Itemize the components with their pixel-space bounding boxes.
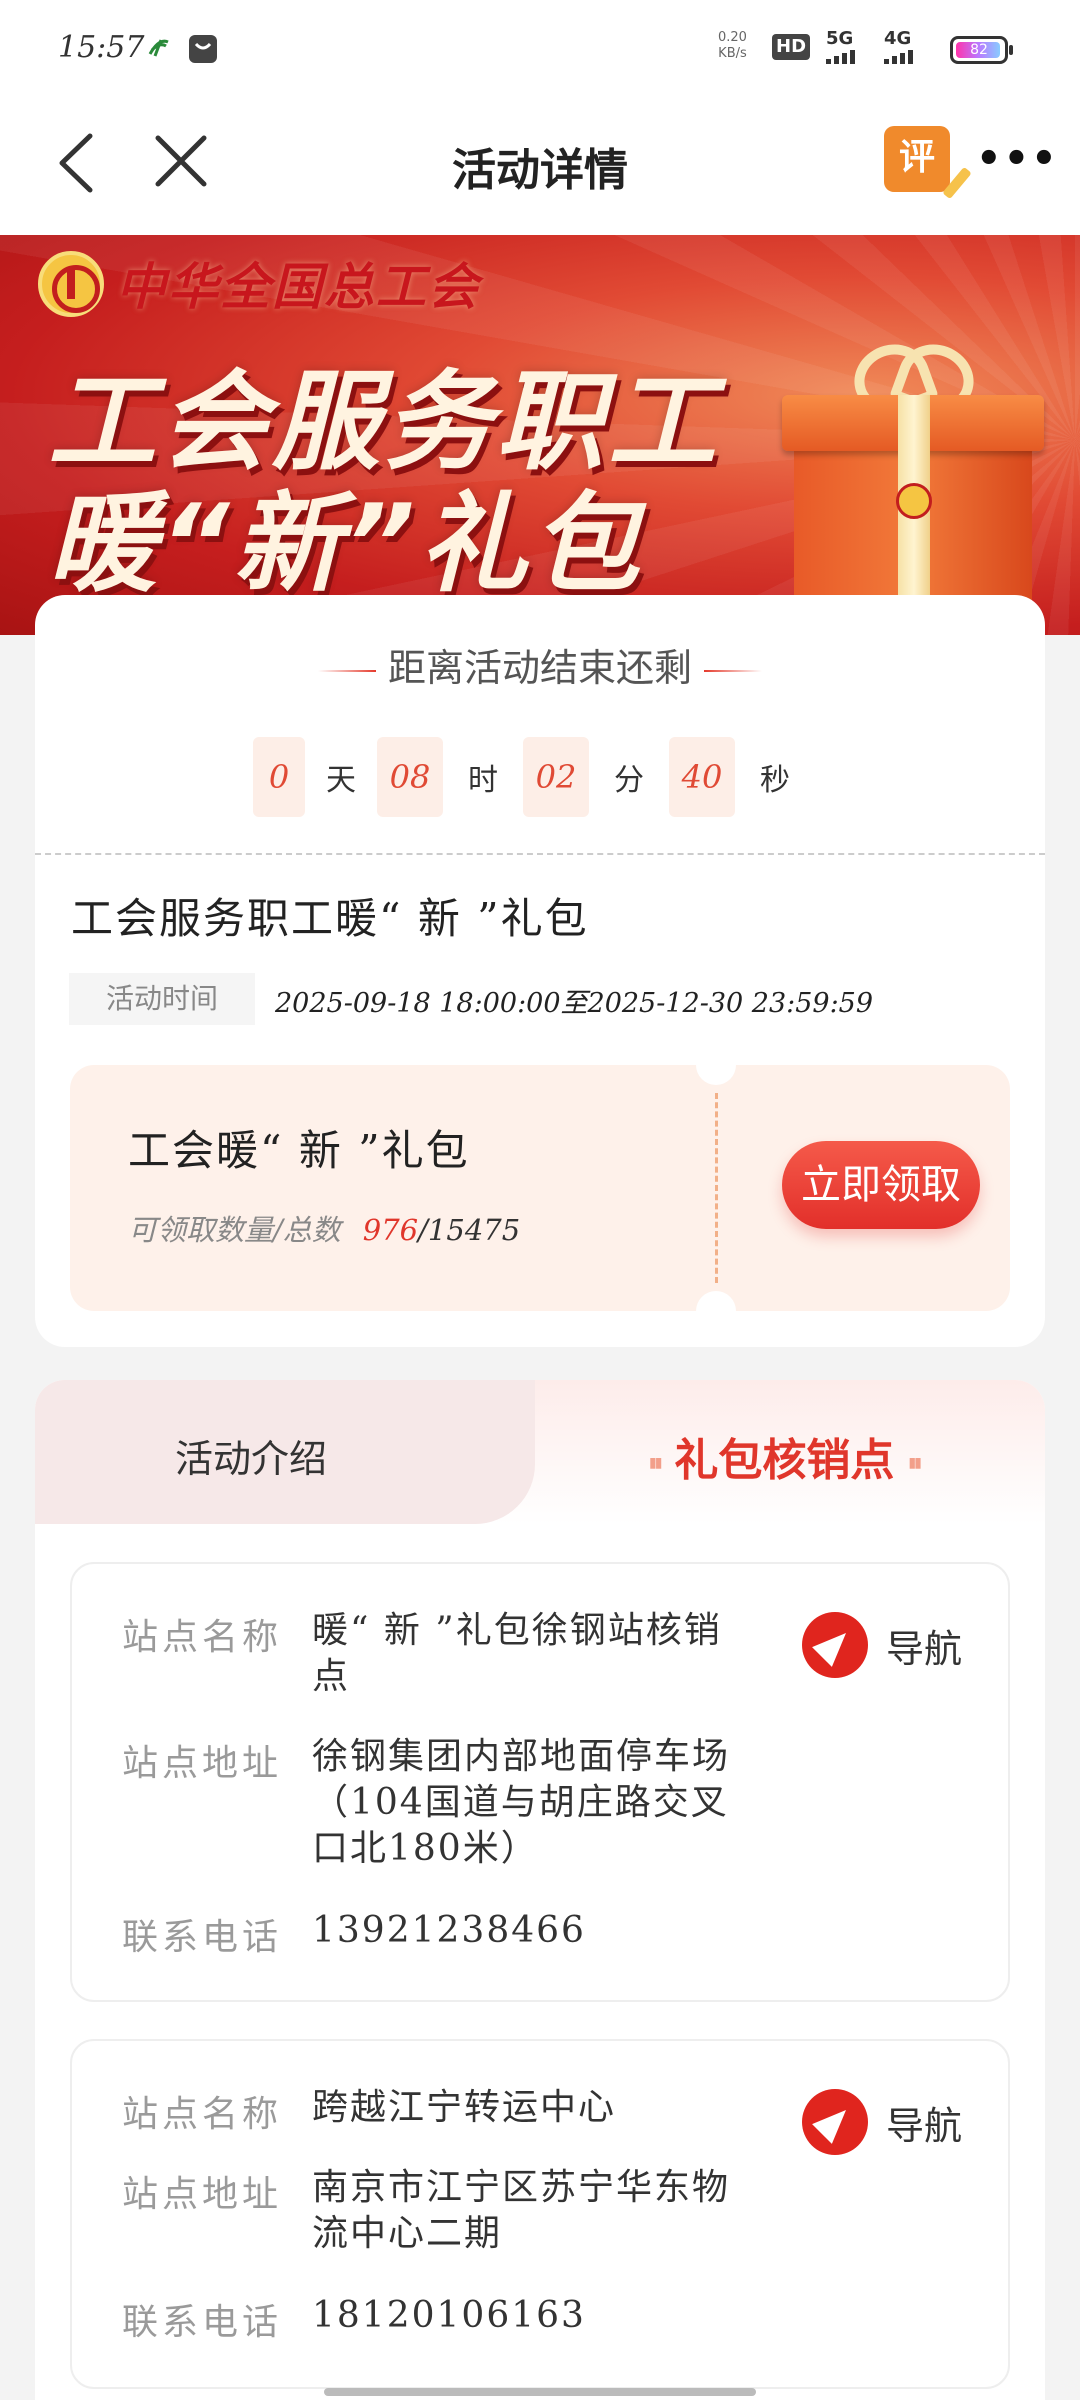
banner-org-name: 中华全国总工会	[116, 257, 480, 316]
union-logo-icon	[38, 251, 104, 317]
review-button[interactable]: 评	[884, 126, 950, 192]
activity-time-label: 活动时间	[69, 973, 255, 1025]
activity-title: 工会服务职工暖“ 新 ”礼包	[71, 894, 589, 943]
battery-icon: 82	[950, 36, 1013, 64]
site-name-label: 站点名称	[122, 1617, 283, 1658]
countdown-title-text: 距离活动结束还剩	[387, 646, 692, 690]
site-address: 南京市江宁区苏宁华东物流中心二期	[312, 2167, 731, 2254]
tab-activity-intro[interactable]: 活动介绍	[35, 1380, 535, 1524]
navigate-button[interactable]: 导航	[802, 1612, 962, 1678]
navigation-arrow-icon	[802, 1612, 868, 1678]
coupon-quantity-label: 可领取数量/总数	[128, 1213, 341, 1247]
site-phone-label: 联系电话	[122, 1917, 283, 1958]
site-card: 站点名称 跨越江宁转运中心 站点地址 南京市江宁区苏宁华东物流中心二期 联系电话…	[70, 2039, 1010, 2389]
app-notification-icon	[148, 39, 169, 57]
signal-bars-icon	[884, 50, 913, 64]
tab-activity-intro-label: 活动介绍	[175, 1437, 328, 1481]
countdown-timer: 0 天 08 时 02 分 40 秒	[253, 737, 815, 817]
nav-bar: 活动详情 评 •••	[0, 100, 1080, 235]
tab-redemption-points[interactable]: 礼包核销点	[635, 1424, 934, 1488]
countdown-hours: 08	[377, 737, 443, 817]
countdown-seconds-unit: 秒	[760, 763, 790, 798]
countdown-seconds: 40	[669, 737, 735, 817]
navigate-label: 导航	[886, 1626, 963, 1671]
network-speed-unit: KB/s	[718, 46, 747, 61]
network-speed: 0.20 KB/s	[718, 30, 747, 62]
status-bar: 15:57 0.20 KB/s HD 5G 4G 82	[0, 0, 1080, 100]
countdown-days: 0	[253, 737, 305, 817]
navigate-button[interactable]: 导航	[802, 2089, 962, 2155]
site-name: 跨越江宁转运中心	[312, 2087, 617, 2128]
navigation-arrow-icon	[802, 2089, 868, 2155]
network-speed-value: 0.20	[718, 30, 747, 45]
site-phone-label: 联系电话	[122, 2302, 283, 2343]
countdown-days-unit: 天	[326, 763, 356, 798]
home-indicator[interactable]	[324, 2388, 756, 2396]
tab-redemption-points-label: 礼包核销点	[674, 1435, 895, 1486]
countdown-hours-unit: 时	[468, 763, 498, 798]
site-name-label: 站点名称	[122, 2094, 283, 2135]
hd-voice-icon: HD	[772, 34, 811, 60]
gift-coupon: 工会暖“ 新 ”礼包 可领取数量/总数 976/15475 立即领取	[70, 1045, 1010, 1331]
gift-box-icon	[782, 395, 1044, 611]
message-notification-icon	[189, 35, 217, 63]
tab-section: 活动介绍 礼包核销点 站点名称 暖“ 新 ”礼包徐钢站核销点 站点地址 徐钢集团…	[35, 1380, 1045, 2400]
coupon-name: 工会暖“ 新 ”礼包	[128, 1126, 470, 1175]
site-address: 徐钢集团内部地面停车场（104国道与胡庄路交叉口北180米）	[312, 1736, 731, 1869]
dashed-divider	[35, 853, 1045, 855]
site-phone[interactable]: 13921238466	[312, 1908, 752, 1960]
countdown-minutes: 02	[523, 737, 589, 817]
site-address-label: 站点地址	[122, 2174, 283, 2215]
activity-time-value: 2025-09-18 18:00:00至2025-12-30 23:59:59	[275, 988, 874, 1019]
more-options-icon[interactable]: •••	[976, 139, 1057, 179]
site-address-label: 站点地址	[122, 1743, 283, 1784]
sim2-4g-signal-icon: 4G	[884, 30, 924, 64]
activity-banner: 中华全国总工会 工会服务职工 暖“新”礼包	[0, 235, 1080, 635]
sim1-5g-signal-icon: 5G	[826, 30, 866, 64]
site-phone[interactable]: 18120106163	[312, 2293, 752, 2345]
site-name: 暖“ 新 ”礼包徐钢站核销点	[312, 1610, 722, 1697]
coupon-available: 976	[362, 1213, 419, 1247]
sim2-label: 4G	[884, 28, 912, 49]
status-time: 15:57	[58, 30, 145, 65]
countdown-minutes-unit: 分	[614, 763, 644, 798]
claim-now-button[interactable]: 立即领取	[782, 1141, 980, 1229]
site-card: 站点名称 暖“ 新 ”礼包徐钢站核销点 站点地址 徐钢集团内部地面停车场（104…	[70, 1562, 1010, 2002]
sim1-label: 5G	[826, 28, 854, 49]
signal-bars-icon	[826, 50, 855, 64]
countdown-title: 距离活动结束还剩	[35, 637, 1045, 692]
battery-level: 82	[970, 42, 988, 58]
navigate-label: 导航	[886, 2103, 963, 2148]
banner-headline-2: 暖“新”礼包	[48, 482, 644, 607]
activity-card: 距离活动结束还剩 0 天 08 时 02 分 40 秒 工会服务职工暖“ 新 ”…	[35, 595, 1045, 1347]
coupon-total: /15475	[418, 1213, 521, 1247]
coupon-quantity: 可领取数量/总数 976/15475	[128, 1207, 520, 1249]
